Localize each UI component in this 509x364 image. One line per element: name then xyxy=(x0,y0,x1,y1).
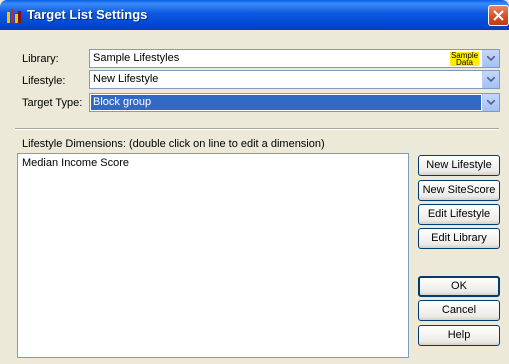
lifestyle-dropdown-button[interactable] xyxy=(482,71,499,88)
library-select[interactable]: Sample Lifestyles Sample Data xyxy=(89,49,500,68)
dimensions-list[interactable]: Median Income Score xyxy=(17,153,409,358)
chevron-down-icon xyxy=(487,56,495,61)
target-type-dropdown-button[interactable] xyxy=(482,94,499,111)
help-button[interactable]: Help xyxy=(418,325,500,346)
divider xyxy=(15,128,499,130)
target-type-label: Target Type: xyxy=(22,97,83,109)
chevron-down-icon xyxy=(487,77,495,82)
title-bar[interactable]: Target List Settings xyxy=(0,0,509,30)
library-value: Sample Lifestyles xyxy=(93,52,180,64)
close-button[interactable] xyxy=(488,5,509,26)
list-item[interactable]: Median Income Score xyxy=(22,157,129,169)
cancel-button[interactable]: Cancel xyxy=(418,300,500,321)
edit-library-button[interactable]: Edit Library xyxy=(418,228,500,249)
library-label: Library: xyxy=(22,53,59,65)
edit-lifestyle-button[interactable]: Edit Lifestyle xyxy=(418,204,500,225)
window-title: Target List Settings xyxy=(27,7,148,22)
lifestyle-value: New Lifestyle xyxy=(93,73,159,85)
close-icon xyxy=(493,10,504,21)
target-type-select[interactable]: Block group xyxy=(89,93,500,112)
target-list-settings-dialog: Target List Settings Library: Sample Lif… xyxy=(0,0,509,364)
lifestyle-label: Lifestyle: xyxy=(22,75,66,87)
sample-data-badge: Sample Data xyxy=(450,51,479,67)
dimensions-label: Lifestyle Dimensions: (double click on l… xyxy=(22,138,325,150)
app-bar-chart-icon xyxy=(7,8,21,23)
library-dropdown-button[interactable] xyxy=(482,50,499,67)
target-type-value: Block group xyxy=(93,96,152,108)
new-sitescore-button[interactable]: New SiteScore xyxy=(418,180,500,201)
chevron-down-icon xyxy=(487,100,495,105)
ok-button[interactable]: OK xyxy=(418,276,500,297)
lifestyle-select[interactable]: New Lifestyle xyxy=(89,70,500,89)
new-lifestyle-button[interactable]: New Lifestyle xyxy=(418,155,500,176)
